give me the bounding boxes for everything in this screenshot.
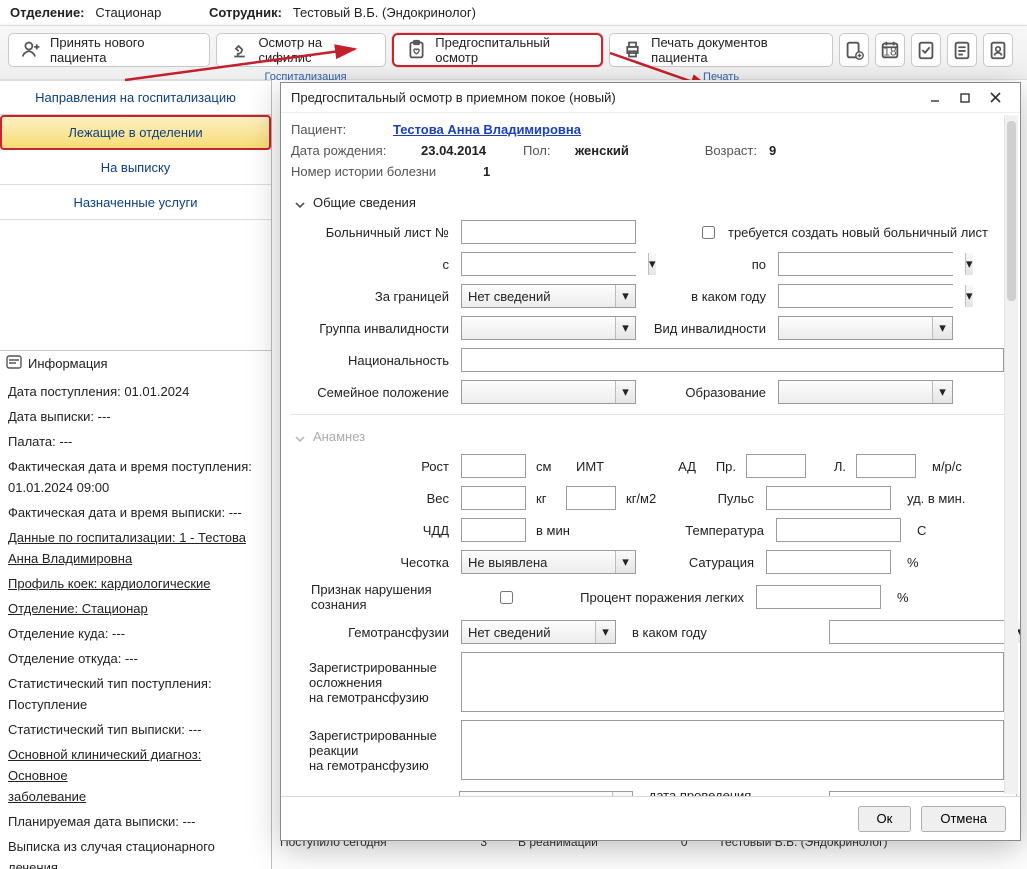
chevron-down-icon[interactable]: ▾ [612, 792, 632, 796]
height-input[interactable] [461, 454, 526, 478]
dept-label: Отделение: [10, 5, 85, 20]
reactions-textarea[interactable] [461, 720, 1004, 780]
chevron-down-icon[interactable]: ▾ [615, 551, 635, 573]
abroad-year-select[interactable]: ▾ [778, 284, 953, 308]
calendar-icon: 18 [879, 39, 901, 61]
nationality-input[interactable] [461, 348, 1004, 372]
nav-referrals[interactable]: Направления на госпитализацию [0, 80, 271, 115]
ribbon-icon-2-button[interactable]: 18 [875, 33, 905, 67]
to-date[interactable]: ▾ [778, 252, 953, 276]
print-documents-button[interactable]: Печать документов пациента [609, 33, 833, 67]
printer-icon [622, 39, 643, 61]
dept-value: Стационар [95, 5, 161, 20]
chevron-down-icon[interactable]: ▾ [965, 285, 973, 307]
saturation-input[interactable] [766, 550, 891, 574]
minimize-button[interactable] [920, 84, 950, 112]
user-plus-icon [21, 39, 42, 61]
nav-inward[interactable]: Лежащие в отделении [0, 115, 271, 150]
bp-right-input[interactable] [746, 454, 806, 478]
prehospital-exam-window: Предгоспитальный осмотр в приемном покое… [280, 82, 1021, 841]
wasserman-date[interactable]: ▾ [829, 791, 1004, 796]
pulse-input[interactable] [766, 486, 891, 510]
modal-body[interactable]: Пациент: Тестова Анна Владимировна Дата … [281, 113, 1020, 796]
scabies-select[interactable]: Не выявлена▾ [461, 550, 636, 574]
wasserman-select[interactable]: Нет сведений▾ [459, 791, 632, 796]
accordion-anamnesis[interactable]: Анамнез [291, 423, 1004, 450]
complications-textarea[interactable] [461, 652, 1004, 712]
sick-leave-no-input[interactable] [461, 220, 636, 244]
patient-link[interactable]: Тестова Анна Владимировна [393, 122, 581, 137]
svg-text:18: 18 [883, 45, 897, 59]
transfusion-select[interactable]: Нет сведений▾ [461, 620, 616, 644]
clipboard-check-icon [915, 39, 937, 61]
clipboard-heart-icon [406, 39, 427, 61]
bmi-value[interactable] [566, 486, 616, 510]
ribbon-icon-3-button[interactable] [911, 33, 941, 67]
ok-button[interactable]: Ок [858, 806, 912, 832]
education-select[interactable]: ▾ [778, 380, 953, 404]
doc-plus-icon [843, 39, 865, 61]
accordion-general[interactable]: Общие сведения [291, 189, 1004, 216]
need-new-sickleave-checkbox[interactable] [702, 226, 715, 239]
nav-discharge[interactable]: На выписку [0, 150, 271, 185]
consciousness-checkbox[interactable] [500, 591, 513, 604]
syphilis-exam-button[interactable]: Осмотр на сифилис [216, 33, 386, 67]
nav-services[interactable]: Назначенные услуги [0, 185, 271, 220]
chevron-down-icon[interactable]: ▾ [932, 317, 952, 339]
lung-damage-input[interactable] [756, 585, 881, 609]
staff-value: Тестовый В.Б. (Эндокринолог) [293, 5, 476, 20]
chevron-down-icon[interactable]: ▾ [615, 381, 635, 403]
vertical-scrollbar[interactable] [1004, 115, 1018, 794]
ribbon-icon-1-button[interactable] [839, 33, 869, 67]
bp-left-input[interactable] [856, 454, 916, 478]
chevron-down-icon [295, 198, 305, 208]
microscope-icon [229, 39, 250, 61]
chevron-down-icon [295, 432, 305, 442]
disability-group-select[interactable]: ▾ [461, 316, 636, 340]
ribbon-icon-5-button[interactable] [983, 33, 1013, 67]
transfusion-year[interactable]: ▾ [829, 620, 1004, 644]
card-icon [6, 355, 22, 372]
info-heading: Информация [28, 356, 108, 371]
accept-patient-button[interactable]: Принять нового пациента [8, 33, 210, 67]
chevron-down-icon[interactable]: ▾ [615, 285, 635, 307]
clipboard-list-icon [951, 39, 973, 61]
cancel-button[interactable]: Отмена [921, 806, 1006, 832]
maximize-button[interactable] [950, 84, 980, 112]
prehospital-exam-button[interactable]: Предгоспитальный осмотр [392, 33, 603, 67]
window-title: Предгоспитальный осмотр в приемном покое… [291, 90, 616, 105]
info-panel: Дата поступления: 01.01.2024 Дата выписк… [0, 376, 271, 869]
temperature-input[interactable] [776, 518, 901, 542]
chevron-down-icon[interactable]: ▾ [615, 317, 635, 339]
abroad-select[interactable]: Нет сведений▾ [461, 284, 636, 308]
close-button[interactable] [980, 84, 1010, 112]
rr-input[interactable] [461, 518, 526, 542]
chevron-down-icon[interactable]: ▾ [932, 381, 952, 403]
chevron-down-icon[interactable]: ▾ [595, 621, 615, 643]
disability-kind-select[interactable]: ▾ [778, 316, 953, 340]
marital-select[interactable]: ▾ [461, 380, 636, 404]
from-date[interactable]: ▾ [461, 252, 636, 276]
weight-input[interactable] [461, 486, 526, 510]
chevron-down-icon[interactable]: ▾ [965, 253, 973, 275]
staff-label: Сотрудник: [209, 5, 282, 20]
clipboard-user-icon [987, 39, 1009, 61]
ribbon-icon-4-button[interactable] [947, 33, 977, 67]
